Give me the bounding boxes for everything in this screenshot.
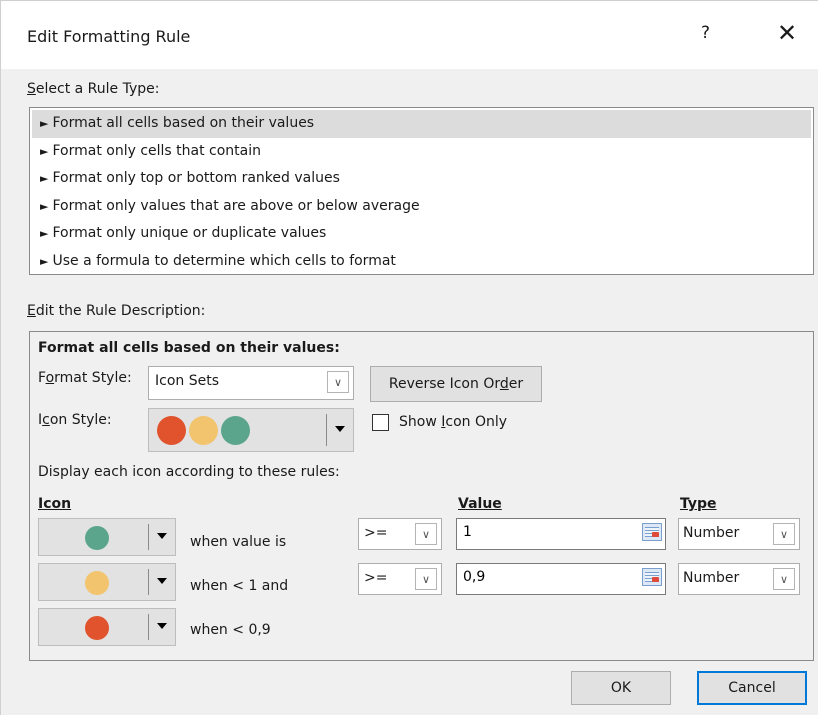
icon-style-label: Icon Style: [38,412,112,428]
rule-type-item-label: Use a formula to determine which cells t… [52,252,396,269]
rule-description-panel: Format all cells based on their values: … [29,331,814,661]
icon-picker-row3[interactable] [38,608,176,646]
rule-type-item-label: Format all cells based on their values [52,115,315,131]
rule-type-item-label: Format only unique or duplicate values [52,225,327,242]
rule-type-item[interactable]: ► Format only values that are above or be… [32,193,811,221]
arrow-right-icon: ► [40,227,49,241]
cancel-button[interactable]: Cancel [697,671,807,705]
picker-separator [148,569,149,595]
reverse-icon-order-button[interactable]: Reverse Icon Order [370,366,542,402]
range-select-icon[interactable] [642,523,662,541]
select-rule-type-label-mnemonic: S [27,81,36,97]
value-column-header: Value [458,496,502,512]
yellow-circle-icon [189,416,218,445]
condition-row2: when < 1 and [190,578,289,594]
picker-separator [148,524,149,550]
condition-row3: when < 0,9 [190,622,271,638]
operator-select-row2[interactable]: >= ∨ [358,563,442,595]
rule-type-item[interactable]: ► Format only unique or duplicate values [32,220,811,248]
value-input-row2[interactable] [456,563,666,595]
arrow-right-icon: ► [40,199,49,213]
value-field-row2[interactable] [463,569,613,585]
edit-rule-description-mnemonic: E [27,303,36,319]
icon-style-picker[interactable] [148,408,354,452]
arrow-right-icon: ► [40,144,49,158]
rule-type-item-label: Format only cells that contain [52,142,261,159]
rule-type-item[interactable]: ► Format all cells based on their values [32,110,811,138]
dialog-title: Edit Formatting Rule [27,27,191,46]
edit-rule-description-label: Edit the Rule Description: [27,303,205,319]
operator-select-row1[interactable]: >= ∨ [358,518,442,550]
operator-value-row1: >= [364,525,388,541]
icon-picker-row1[interactable] [38,518,176,556]
arrow-right-icon: ► [40,172,49,186]
edit-formatting-rule-dialog: Edit Formatting Rule ? ✕ Select a Rule T… [0,0,818,715]
chevron-down-icon[interactable]: ∨ [415,568,437,590]
rule-type-list[interactable]: ► Format all cells based on their values … [29,107,814,275]
type-select-row1[interactable]: Number ∨ [678,518,800,550]
triangle-down-icon[interactable] [157,623,167,629]
rule-type-item[interactable]: ► Format only cells that contain [32,138,811,166]
ok-button[interactable]: OK [571,671,671,705]
select-rule-type-label: Select a Rule Type: [27,81,159,97]
icon-column-header: Icon [38,496,72,512]
type-select-row2[interactable]: Number ∨ [678,563,800,595]
close-icon[interactable]: ✕ [777,21,797,45]
type-value-row2: Number [683,570,740,586]
yellow-circle-icon [85,571,109,595]
icon-picker-row2[interactable] [38,563,176,601]
format-style-value: Icon Sets [155,373,219,389]
rule-type-item[interactable]: ► Format only top or bottom ranked values [32,165,811,193]
chevron-down-icon[interactable]: ∨ [773,568,795,590]
help-button[interactable]: ? [701,23,710,43]
format-style-label: Format Style: [38,370,132,386]
condition-row1: when value is [190,534,287,550]
triangle-down-icon[interactable] [157,533,167,539]
value-input-row1[interactable] [456,518,666,550]
show-icon-only-label[interactable]: Show Icon Only [399,414,507,430]
range-select-icon[interactable] [642,568,662,586]
edit-rule-description-text: dit the Rule Description: [35,303,206,319]
select-rule-type-label-text: elect a Rule Type: [35,81,160,97]
chevron-down-icon[interactable]: ∨ [415,523,437,545]
display-rules-label: Display each icon according to these rul… [38,464,340,480]
triangle-down-icon[interactable] [157,578,167,584]
rule-type-item-label: Format only values that are above or bel… [52,197,420,214]
reverse-icon-order-label: Reverse Icon Order [388,376,524,392]
green-circle-icon [221,416,250,445]
description-heading: Format all cells based on their values: [38,340,340,356]
green-circle-icon [85,526,109,550]
show-icon-only-checkbox[interactable] [372,414,389,431]
arrow-right-icon: ► [40,117,49,130]
triangle-down-icon[interactable] [335,426,345,432]
red-circle-icon [157,416,186,445]
format-style-select[interactable]: Icon Sets ∨ [148,366,354,400]
type-column-header: Type [680,496,717,512]
picker-separator [326,414,327,446]
chevron-down-icon[interactable]: ∨ [773,523,795,545]
type-value-row1: Number [683,525,740,541]
value-field-row1[interactable] [463,524,613,540]
arrow-right-icon: ► [40,254,49,268]
rule-type-item-label: Format only top or bottom ranked values [52,170,340,187]
picker-separator [148,614,149,640]
red-circle-icon [85,616,109,640]
rule-type-item[interactable]: ► Use a formula to determine which cells … [32,248,811,276]
chevron-down-icon[interactable]: ∨ [327,371,349,393]
title-bar: Edit Formatting Rule ? ✕ [1,1,818,69]
operator-value-row2: >= [364,570,388,586]
